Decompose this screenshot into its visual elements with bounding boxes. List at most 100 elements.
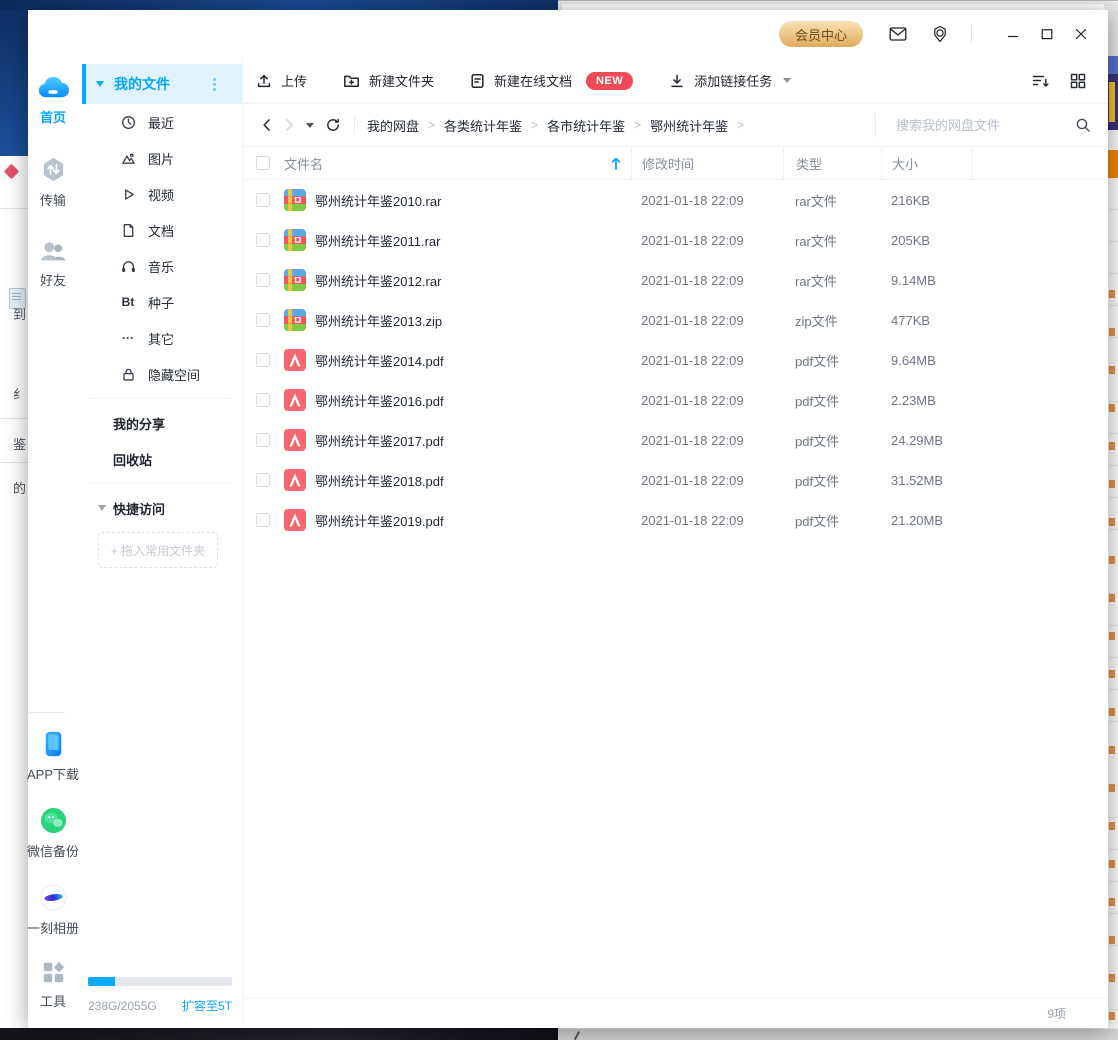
nav-photo-album[interactable]: 一刻相册 — [27, 884, 79, 937]
quick-access-drop-zone[interactable]: + 拖入常用文件夹 — [98, 532, 218, 568]
row-checkbox[interactable] — [256, 193, 270, 207]
table-row[interactable]: 鄂州统计年鉴2017.pdf 2021-01-18 22:09 pdf文件 24… — [243, 420, 1108, 460]
file-modified-time: 2021-01-18 22:09 — [641, 192, 744, 208]
nav-home[interactable]: 首页 — [36, 74, 70, 126]
new-online-doc-button[interactable]: 新建在线文档 — [470, 71, 572, 90]
table-row[interactable]: 鄂州统计年鉴2018.pdf 2021-01-18 22:09 pdf文件 31… — [243, 460, 1108, 500]
back-button[interactable] — [256, 114, 278, 136]
sort-ascending-icon[interactable] — [611, 157, 621, 170]
file-name[interactable]: 鄂州统计年鉴2019.pdf — [315, 511, 631, 530]
sidebar-item-videos[interactable]: 视频 — [78, 176, 242, 212]
background-glyph: 到 — [13, 307, 27, 322]
file-name[interactable]: 鄂州统计年鉴2017.pdf — [315, 431, 631, 450]
sidebar-item-my-files[interactable]: 我的文件 — [82, 64, 242, 104]
file-size: 205KB — [891, 232, 931, 248]
settings-gear-icon[interactable] — [931, 25, 949, 43]
sidebar-item-hidden-space[interactable]: 隐藏空间 — [78, 356, 242, 392]
table-row[interactable]: 鄂州统计年鉴2010.rar 2021-01-18 22:09 rar文件 21… — [243, 180, 1108, 220]
row-checkbox[interactable] — [256, 433, 270, 447]
member-center-button[interactable]: 会员中心 — [778, 21, 863, 47]
search-input[interactable] — [894, 116, 1066, 134]
table-row[interactable]: 鄂州统计年鉴2016.pdf 2021-01-18 22:09 pdf文件 2.… — [243, 380, 1108, 420]
storage-upgrade-link[interactable]: 扩容至5T — [182, 997, 232, 1014]
netdisk-window: 会员中心 首页 传输 好友 APP下载 微信备份 一刻相册 工具 我的文件 最近… — [27, 10, 1108, 1028]
background-glyph: 纟 — [13, 387, 27, 402]
sidebar-item-torrents[interactable]: Bt 种子 — [78, 284, 242, 320]
collapse-triangle-icon[interactable] — [98, 505, 106, 511]
breadcrumb-item[interactable]: 各类统计年鉴 — [444, 116, 522, 135]
table-row[interactable]: 鄂州统计年鉴2011.rar 2021-01-18 22:09 rar文件 20… — [243, 220, 1108, 260]
sidebar-item-pictures[interactable]: 图片 — [78, 140, 242, 176]
nav-app-download[interactable]: APP下载 — [27, 731, 79, 783]
sidebar-section-quick-access[interactable]: 快捷访问 — [78, 490, 242, 526]
refresh-button[interactable] — [322, 114, 344, 136]
add-link-task-button[interactable]: 添加链接任务 — [669, 71, 792, 90]
sidebar-item-other[interactable]: ··· 其它 — [78, 320, 242, 356]
column-header-modified-time[interactable]: 修改时间 — [631, 147, 783, 179]
sidebar-item-recent[interactable]: 最近 — [78, 104, 242, 140]
chevron-down-icon[interactable] — [783, 78, 792, 83]
file-modified-time: 2021-01-18 22:09 — [641, 472, 744, 488]
maximize-button[interactable] — [1034, 21, 1060, 47]
column-header-size[interactable]: 大小 — [881, 147, 971, 179]
file-name[interactable]: 鄂州统计年鉴2013.zip — [315, 311, 631, 330]
column-header-name[interactable]: 文件名 — [284, 154, 323, 173]
row-checkbox[interactable] — [256, 233, 270, 247]
table-row[interactable]: 鄂州统计年鉴2019.pdf 2021-01-18 22:09 pdf文件 21… — [243, 500, 1108, 540]
file-name[interactable]: 鄂州统计年鉴2014.pdf — [315, 351, 631, 370]
column-header-type[interactable]: 类型 — [783, 147, 881, 179]
main-panel: 上传 新建文件夹 新建在线文档 NEW 添加链接任务 我的网盘 > 各类统计年鉴… — [243, 58, 1108, 1028]
row-checkbox[interactable] — [256, 353, 270, 367]
row-checkbox[interactable] — [256, 393, 270, 407]
background-window-right-strip — [1108, 10, 1118, 1028]
file-name[interactable]: 鄂州统计年鉴2010.rar — [315, 191, 631, 210]
search-icon[interactable] — [1074, 116, 1092, 134]
row-checkbox[interactable] — [256, 313, 270, 327]
table-row[interactable]: 鄂州统计年鉴2012.rar 2021-01-18 22:09 rar文件 9.… — [243, 260, 1108, 300]
row-checkbox[interactable] — [256, 513, 270, 527]
minimize-button[interactable] — [1000, 21, 1026, 47]
archive-file-icon — [284, 229, 306, 251]
sort-order-icon[interactable] — [1030, 71, 1050, 91]
expand-triangle-icon[interactable] — [96, 81, 104, 87]
breadcrumb-item[interactable]: 我的网盘 — [367, 116, 419, 135]
table-row[interactable]: 鄂州统计年鉴2014.pdf 2021-01-18 22:09 pdf文件 9.… — [243, 340, 1108, 380]
sidebar-item-documents[interactable]: 文档 — [78, 212, 242, 248]
breadcrumb: 我的网盘 > 各类统计年鉴 > 各市统计年鉴 > 鄂州统计年鉴 > — [367, 116, 744, 135]
file-name[interactable]: 鄂州统计年鉴2016.pdf — [315, 391, 631, 410]
row-checkbox[interactable] — [256, 473, 270, 487]
tools-icon — [43, 962, 64, 983]
file-type: rar文件 — [795, 273, 837, 289]
file-name[interactable]: 鄂州统计年鉴2012.rar — [315, 271, 631, 290]
close-button[interactable] — [1068, 21, 1094, 47]
nav-wechat-backup[interactable]: 微信备份 — [27, 807, 79, 860]
select-all-checkbox[interactable] — [256, 156, 270, 170]
file-name[interactable]: 鄂州统计年鉴2011.rar — [315, 231, 631, 250]
new-folder-button[interactable]: 新建文件夹 — [343, 71, 434, 90]
background-window-titlebar — [0, 0, 558, 10]
grid-view-icon[interactable] — [1068, 71, 1088, 91]
nav-friends[interactable]: 好友 — [39, 239, 67, 289]
row-checkbox[interactable] — [256, 273, 270, 287]
file-modified-time: 2021-01-18 22:09 — [641, 432, 744, 448]
file-modified-time: 2021-01-18 22:09 — [641, 512, 744, 528]
phone-app-icon — [45, 731, 61, 757]
history-dropdown-icon[interactable] — [306, 122, 314, 128]
more-options-icon[interactable] — [213, 77, 216, 91]
upload-button[interactable]: 上传 — [256, 71, 307, 90]
sidebar-item-recycle-bin[interactable]: 回收站 — [78, 441, 242, 477]
sidebar-item-music[interactable]: 音乐 — [78, 248, 242, 284]
forward-button[interactable] — [278, 114, 300, 136]
table-row[interactable]: 鄂州统计年鉴2013.zip 2021-01-18 22:09 zip文件 47… — [243, 300, 1108, 340]
file-name[interactable]: 鄂州统计年鉴2018.pdf — [315, 471, 631, 490]
nav-tools[interactable]: 工具 — [27, 961, 79, 1010]
breadcrumb-item[interactable]: 各市统计年鉴 — [547, 116, 625, 135]
file-size: 216KB — [891, 192, 931, 208]
breadcrumb-item[interactable]: 鄂州统计年鉴 — [650, 116, 728, 135]
storage-section: 238G/2055G 扩容至5T — [78, 977, 242, 1028]
file-size: 31.52MB — [891, 472, 944, 488]
sidebar-item-my-shares[interactable]: 我的分享 — [78, 405, 242, 441]
mail-icon[interactable] — [889, 25, 907, 43]
file-modified-time: 2021-01-18 22:09 — [641, 392, 744, 408]
nav-transfer[interactable]: 传输 — [40, 156, 67, 209]
